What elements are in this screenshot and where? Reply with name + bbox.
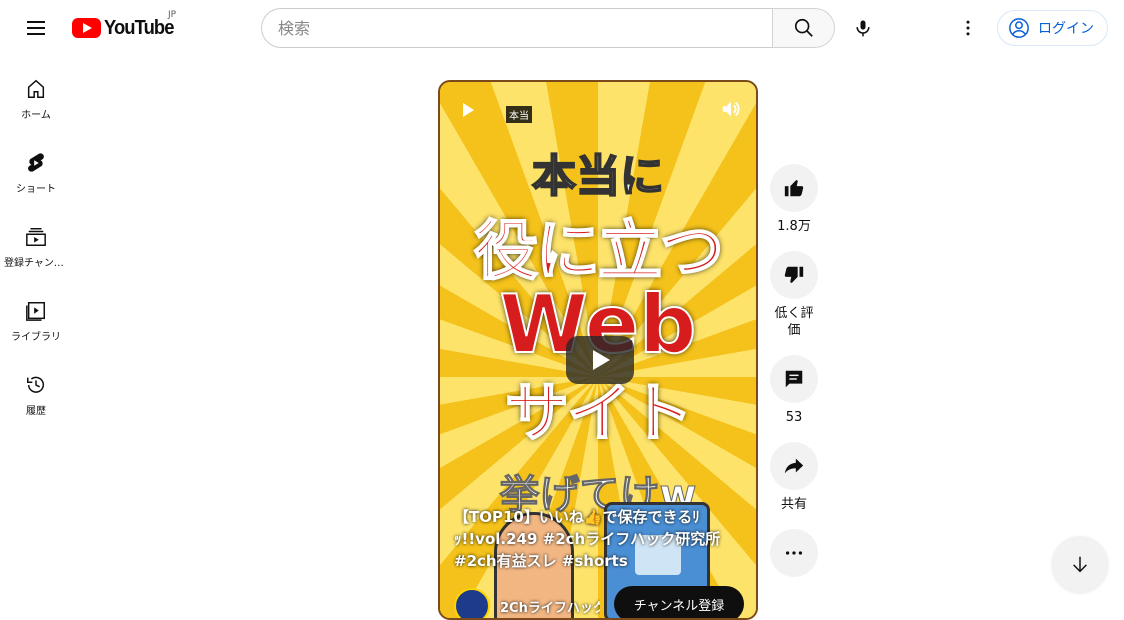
voice-search-button[interactable] <box>843 8 883 48</box>
sidebar-item-label: 履歴 <box>26 406 46 417</box>
next-video-button[interactable] <box>1052 536 1108 592</box>
search-button[interactable] <box>772 8 835 48</box>
home-icon <box>27 79 45 98</box>
sidebar-item-history[interactable]: 履歴 <box>0 352 72 426</box>
shorts-video-player[interactable]: 本当に 役に立つ Web サイト 挙げてけw 本当 【TOP10】いいね👍で保存… <box>438 80 758 620</box>
reel-actions: 1.8万 低く評価 53 共有 <box>770 164 818 593</box>
logo-text: YouTube <box>104 16 174 39</box>
search-input[interactable] <box>261 8 772 48</box>
subscribe-button[interactable]: チャンネル登録 <box>614 586 744 618</box>
sidebar-item-label: ホーム <box>21 110 51 121</box>
mini-guide: ホーム ショート 登録チャンネル ライブラリ 履歴 <box>0 56 72 426</box>
sidebar-item-label: 登録チャンネル <box>4 258 68 269</box>
sidebar-item-shorts[interactable]: ショート <box>0 130 72 204</box>
microphone-icon <box>856 20 870 37</box>
video-title[interactable]: 【TOP10】いいね👍で保存できるﾘｯ!!vol.249 #2chライフハック研… <box>454 506 722 572</box>
comment-icon <box>785 370 803 388</box>
menu-icon[interactable] <box>20 12 52 44</box>
search-icon <box>794 18 813 37</box>
masthead: YouTube JP ログイン <box>0 0 1124 56</box>
thumbs-up-icon <box>784 180 804 197</box>
comment-count: 53 <box>785 410 803 425</box>
sidebar-item-subscriptions[interactable]: 登録チャンネル <box>0 204 72 278</box>
channel-name[interactable]: 2Chライフハック <box>500 597 600 616</box>
like-action: 1.8万 <box>770 164 818 235</box>
login-button[interactable]: ログイン <box>997 10 1108 46</box>
channel-info[interactable]: 2Chライフハック <box>454 588 600 618</box>
video-badge: 本当 <box>506 106 532 123</box>
more-action <box>770 529 818 577</box>
sidebar-item-library[interactable]: ライブラリ <box>0 278 72 352</box>
more-vertical-icon <box>966 20 970 36</box>
region-code: JP <box>168 10 177 20</box>
sidebar-item-label: ショート <box>16 184 56 195</box>
account-icon <box>1009 18 1029 38</box>
arrow-down-icon <box>1073 556 1087 573</box>
comment-button[interactable] <box>770 355 818 403</box>
share-icon <box>784 458 804 474</box>
dislike-button[interactable] <box>770 251 818 299</box>
share-button[interactable] <box>770 442 818 490</box>
volume-icon[interactable] <box>720 98 742 124</box>
share-action: 共有 <box>770 442 818 513</box>
library-icon <box>26 302 45 321</box>
shorts-icon <box>28 153 44 172</box>
history-icon <box>27 376 44 393</box>
youtube-logo[interactable]: YouTube JP <box>72 10 180 40</box>
youtube-logo-icon <box>72 18 101 38</box>
more-horizontal-icon <box>785 551 803 555</box>
overlay-text-line: 本当に <box>531 150 665 203</box>
subscriptions-icon <box>26 228 46 246</box>
center-play-button[interactable] <box>566 336 634 384</box>
play-icon[interactable] <box>460 102 476 118</box>
sidebar-item-label: ライブラリ <box>11 332 61 343</box>
channel-avatar[interactable] <box>454 588 490 618</box>
comment-action: 53 <box>770 355 818 426</box>
like-button[interactable] <box>770 164 818 212</box>
dislike-action: 低く評価 <box>770 251 818 339</box>
sidebar-item-home[interactable]: ホーム <box>0 56 72 130</box>
settings-more-button[interactable] <box>952 12 984 44</box>
more-actions-button[interactable] <box>770 529 818 577</box>
search-box <box>261 8 835 48</box>
dislike-label: 低く評価 <box>774 306 814 338</box>
like-count: 1.8万 <box>777 219 811 234</box>
thumbs-down-icon <box>784 266 804 283</box>
share-label: 共有 <box>780 497 807 512</box>
login-label: ログイン <box>1038 21 1094 37</box>
